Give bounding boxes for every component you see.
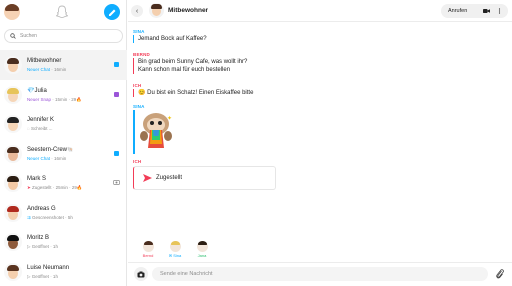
chat-name: Mark S bbox=[27, 176, 47, 182]
search-field[interactable]: Suchen bbox=[4, 29, 123, 43]
camera-icon bbox=[137, 271, 145, 277]
message-group: SINA Jemand Bock auf Kaffee? bbox=[133, 29, 207, 43]
edit-icon bbox=[108, 9, 115, 16]
camera-button[interactable] bbox=[134, 267, 148, 281]
back-button[interactable]: ‹ bbox=[131, 5, 143, 17]
avatar bbox=[196, 241, 208, 252]
conversation-header: ‹ Mitbewohner Anrufen bbox=[128, 0, 512, 22]
chat-unread-icon bbox=[114, 62, 119, 67]
chat-status: Neuer Chat · 16min bbox=[27, 155, 67, 161]
chat-name: Andreas G bbox=[27, 205, 56, 212]
chat-item-seestern-crew[interactable]: Seestern-Crew🐚 Neuer Chat · 16min bbox=[0, 139, 127, 169]
sent-snap-card[interactable]: Zugestellt bbox=[133, 166, 276, 190]
search-icon bbox=[10, 33, 16, 39]
new-chat-button[interactable] bbox=[104, 4, 120, 20]
message-composer bbox=[128, 262, 512, 286]
chat-name: Mitbewohner bbox=[27, 58, 62, 64]
svg-text:✦: ✦ bbox=[167, 115, 172, 122]
chat-name: Luise Neumann bbox=[27, 264, 70, 271]
chat-sidebar: Suchen Mitbewohner Neuer Chat · 16min 💎J… bbox=[0, 0, 127, 286]
sender-label: BERND bbox=[133, 52, 151, 57]
bitmoji-sticker[interactable]: ✦ bbox=[138, 110, 174, 150]
chat-item-luise[interactable]: Luise Neumann ▷ Geöffnet · 1h bbox=[0, 257, 127, 286]
chat-status: ◌ Schreibt ... bbox=[27, 126, 53, 131]
chat-item-mark[interactable]: Mark S ➤ Zugestellt · 25min · 29🔥 bbox=[0, 168, 127, 198]
chat-status: ▷ Geöffnet · 1h bbox=[27, 244, 58, 249]
sender-label: SINA bbox=[133, 104, 145, 109]
seen-by-item: Jana bbox=[192, 241, 212, 258]
chat-status: ▷ Geöffnet · 1h bbox=[27, 273, 58, 279]
message-group: BERND Bin grad beim Sunny Cafe, was woll… bbox=[133, 52, 247, 74]
snap-unread-icon bbox=[114, 91, 119, 97]
seen-by-item: ✉ Sina bbox=[165, 241, 185, 258]
sent-arrow-icon bbox=[143, 174, 152, 182]
chat-list: Mitbewohner Neuer Chat · 16min 💎Julia Ne… bbox=[0, 50, 127, 286]
chat-name: Moritz B bbox=[27, 235, 50, 241]
camera-icon[interactable] bbox=[113, 179, 120, 185]
message-text: Bin grad beim Sunny Cafe, was wollt ihr?… bbox=[133, 58, 247, 74]
chat-item-moritz[interactable]: Moritz B ▷ Geöffnet · 1h bbox=[0, 227, 127, 257]
video-call-icon[interactable] bbox=[483, 8, 490, 14]
sender-label: ICH bbox=[133, 83, 142, 88]
sidebar-header bbox=[0, 0, 126, 24]
avatar bbox=[4, 115, 22, 133]
seen-by-row: Bernd ✉ Sina Jana bbox=[138, 241, 212, 258]
avatar bbox=[4, 203, 22, 222]
avatar bbox=[4, 56, 22, 74]
conversation-panel: ‹ Mitbewohner Anrufen SINA Jemand Bock a… bbox=[128, 0, 512, 286]
more-icon[interactable] bbox=[496, 8, 503, 14]
call-button[interactable]: Anrufen bbox=[448, 8, 467, 14]
chat-status: ➤ Zugestellt · 25min · 29🔥 bbox=[27, 185, 83, 190]
sender-label: SINA bbox=[133, 29, 145, 34]
avatar bbox=[169, 241, 181, 252]
chat-name: Jennifer K bbox=[27, 117, 55, 123]
seen-by-item: Bernd bbox=[138, 241, 158, 258]
avatar bbox=[4, 85, 22, 104]
call-button-group: Anrufen bbox=[441, 4, 508, 18]
message-group: ICH 😊 Du bist ein Schatz! Einen Eiskaffe… bbox=[133, 83, 253, 97]
avatar bbox=[4, 144, 22, 163]
chevron-left-icon: ‹ bbox=[135, 7, 139, 15]
group-avatar[interactable] bbox=[149, 3, 164, 18]
snapchat-ghost-icon bbox=[56, 5, 68, 18]
chat-item-mitbewohner[interactable]: Mitbewohner Neuer Chat · 16min bbox=[0, 50, 127, 80]
sender-label: ICH bbox=[133, 159, 142, 164]
chat-name: 💎Julia bbox=[27, 87, 47, 94]
conversation-title: Mitbewohner bbox=[168, 7, 209, 14]
avatar bbox=[142, 241, 154, 252]
attachment-icon[interactable] bbox=[495, 268, 505, 280]
search-placeholder: Suchen bbox=[20, 33, 37, 39]
chat-status: ⇉ Gescreenshotet · 5h bbox=[27, 214, 73, 220]
chat-status: Neuer Chat · 16min bbox=[27, 67, 67, 72]
snap-status: Zugestellt bbox=[156, 175, 183, 181]
message-input[interactable] bbox=[152, 267, 488, 281]
chat-name: Seestern-Crew🐚 bbox=[27, 146, 74, 153]
chat-unread-icon bbox=[114, 150, 119, 156]
profile-avatar[interactable] bbox=[4, 4, 20, 20]
message-text: Jemand Bock auf Kaffee? bbox=[133, 35, 207, 43]
chat-item-julia[interactable]: 💎Julia Neuer Snap · 15min · 29🔥 bbox=[0, 80, 127, 110]
chat-item-jennifer[interactable]: Jennifer K ◌ Schreibt ... bbox=[0, 109, 127, 139]
chat-item-andreas[interactable]: Andreas G ⇉ Gescreenshotet · 5h bbox=[0, 198, 127, 228]
message-text: 😊 Du bist ein Schatz! Einen Eiskaffee bi… bbox=[133, 89, 253, 97]
message-group: ICH bbox=[133, 159, 141, 164]
avatar bbox=[4, 233, 22, 251]
chat-status: Neuer Snap · 15min · 29🔥 bbox=[27, 96, 82, 102]
avatar bbox=[4, 174, 22, 192]
avatar bbox=[4, 262, 22, 281]
